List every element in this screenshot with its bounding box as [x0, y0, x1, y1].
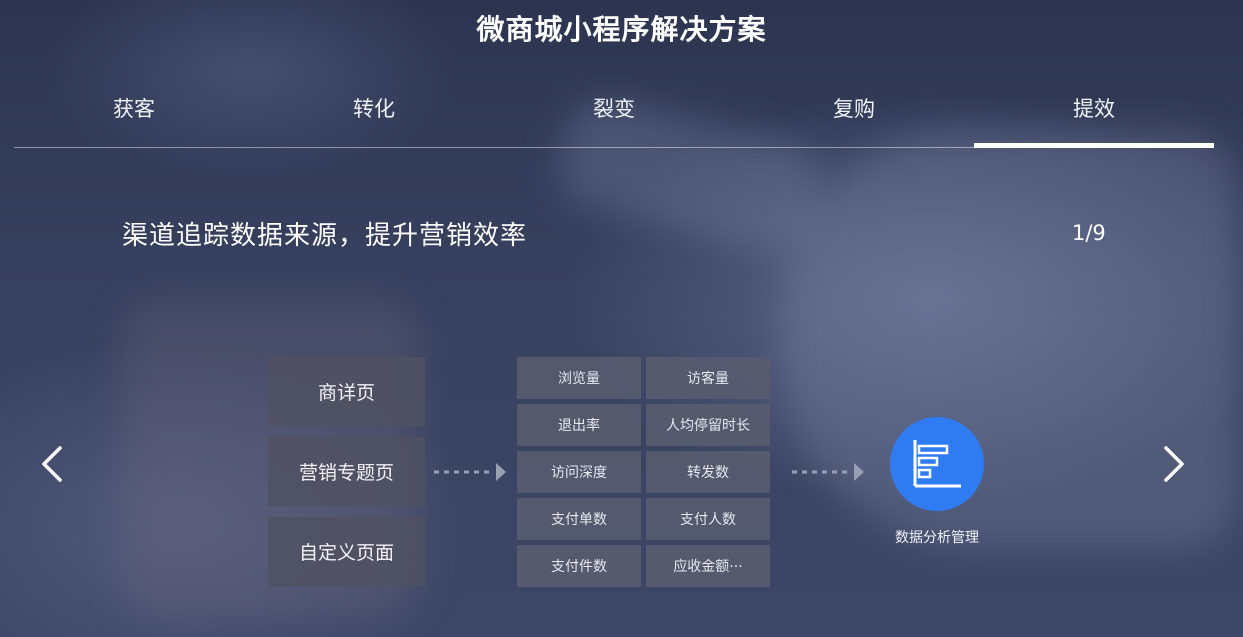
prev-button[interactable]	[34, 440, 74, 488]
metric-visit-depth: 访问深度	[517, 451, 641, 493]
analysis-label: 数据分析管理	[895, 530, 979, 546]
source-marketing-topic: 营销专题页	[268, 437, 425, 506]
chevron-left-icon	[42, 446, 62, 482]
metric-avg-stay: 人均停留时长	[646, 404, 770, 446]
dashed-arrow-icon	[792, 462, 866, 482]
data-analysis: 数据分析管理	[870, 417, 1004, 547]
chevron-right-icon	[1164, 446, 1184, 482]
page-title: 微商城小程序解决方案	[476, 13, 767, 46]
metrics-grid: 浏览量 访客量 退出率 人均停留时长 访问深度 转发数 支付单数 支付人数 支付…	[517, 357, 770, 587]
metric-paid-items: 支付件数	[517, 545, 641, 587]
tab-repurchase[interactable]: 复购	[734, 80, 974, 147]
next-button[interactable]	[1154, 440, 1194, 488]
tab-convert[interactable]: 转化	[254, 80, 494, 147]
page-indicator: 1/9	[1072, 221, 1106, 245]
slide-subtitle: 渠道追踪数据来源，提升营销效率	[122, 221, 528, 251]
bar-chart-icon	[913, 440, 961, 488]
metric-paying-users: 支付人数	[646, 498, 770, 540]
source-pages: 商详页 营销专题页 自定义页面	[268, 357, 425, 597]
source-product-detail: 商详页	[268, 357, 425, 426]
tab-fission[interactable]: 裂变	[494, 80, 734, 147]
dashed-arrow-icon	[434, 462, 508, 482]
metric-shares: 转发数	[646, 451, 770, 493]
tab-acquire[interactable]: 获客	[14, 80, 254, 147]
metric-paid-orders: 支付单数	[517, 498, 641, 540]
tab-efficiency[interactable]: 提效	[974, 80, 1214, 148]
metric-page-views: 浏览量	[517, 357, 641, 399]
source-custom-page: 自定义页面	[268, 517, 425, 586]
metric-exit-rate: 退出率	[517, 404, 641, 446]
metric-receivable-amount: 应收金额···	[646, 545, 770, 587]
metric-visitors: 访客量	[646, 357, 770, 399]
tab-bar: 获客 转化 裂变 复购 提效	[14, 80, 1214, 148]
analysis-circle	[890, 417, 984, 511]
